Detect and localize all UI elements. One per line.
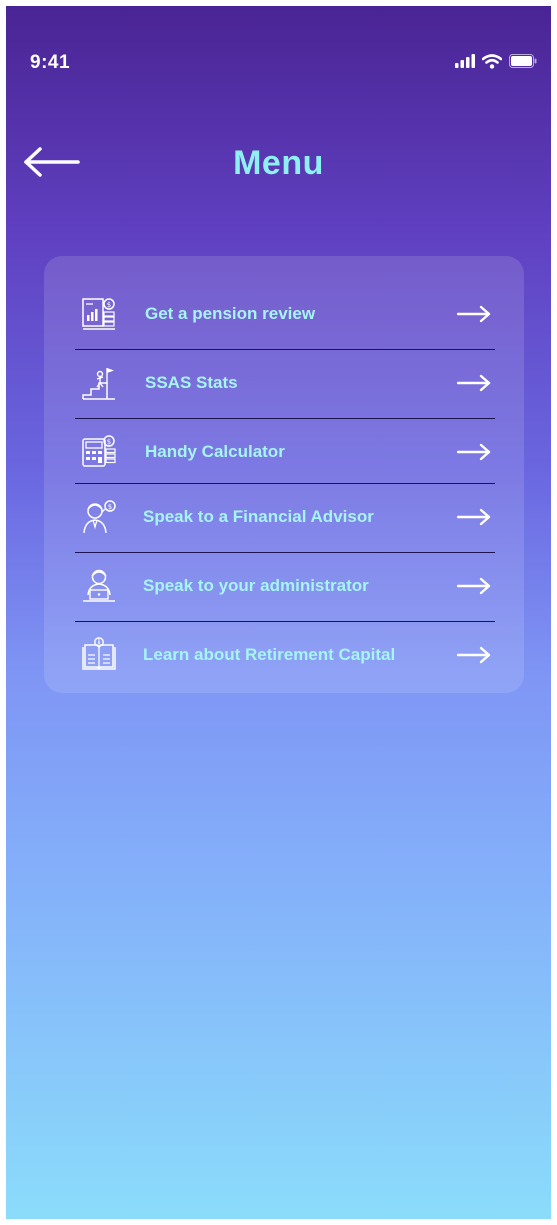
app-screen: 9:41 Menu $ Get a pension review SSAS St… [6, 6, 551, 1219]
calculator-icon: $ [82, 435, 116, 467]
cellular-signal-icon [455, 54, 475, 68]
arrow-right-icon [457, 305, 491, 323]
arrow-right-icon [457, 646, 491, 664]
menu-item-label: Speak to your administrator [143, 576, 369, 595]
status-icons [455, 52, 537, 70]
stats-icon [82, 368, 115, 400]
status-bar: 9:41 [6, 6, 551, 116]
menu-item-label: Get a pension review [145, 304, 316, 323]
page-title: Menu [233, 144, 324, 182]
menu-item-label: Speak to a Financial Advisor [143, 507, 374, 526]
menu-item-learn-retirement-capital[interactable]: Learn about Retirement Capital [75, 622, 495, 690]
administrator-icon [83, 569, 115, 602]
menu-item-label: Handy Calculator [145, 442, 285, 461]
menu-item-label: SSAS Stats [145, 373, 238, 392]
menu-list: $ Get a pension review SSAS Stats $ Hand… [75, 281, 495, 690]
wifi-icon [482, 53, 502, 69]
svg-text:$: $ [107, 438, 111, 446]
arrow-right-icon [457, 508, 491, 526]
menu-item-ssas-stats[interactable]: SSAS Stats [75, 350, 495, 419]
arrow-right-icon [457, 374, 491, 392]
arrow-right-icon [457, 443, 491, 461]
menu-item-financial-advisor[interactable]: $ Speak to a Financial Advisor [75, 484, 495, 553]
svg-text:$: $ [107, 301, 111, 309]
learn-book-icon [82, 637, 116, 670]
battery-icon [509, 54, 537, 68]
menu-item-administrator[interactable]: Speak to your administrator [75, 553, 495, 622]
financial-advisor-icon: $ [83, 500, 116, 534]
arrow-right-icon [457, 577, 491, 595]
header: Menu [6, 134, 551, 194]
menu-item-handy-calculator[interactable]: $ Handy Calculator [75, 419, 495, 484]
menu-card: $ Get a pension review SSAS Stats $ Hand… [44, 256, 524, 693]
pension-review-icon: $ [82, 298, 115, 330]
menu-item-label: Learn about Retirement Capital [143, 645, 396, 664]
svg-text:$: $ [108, 503, 112, 511]
status-time: 9:41 [30, 52, 71, 73]
menu-item-pension-review[interactable]: $ Get a pension review [75, 281, 495, 350]
